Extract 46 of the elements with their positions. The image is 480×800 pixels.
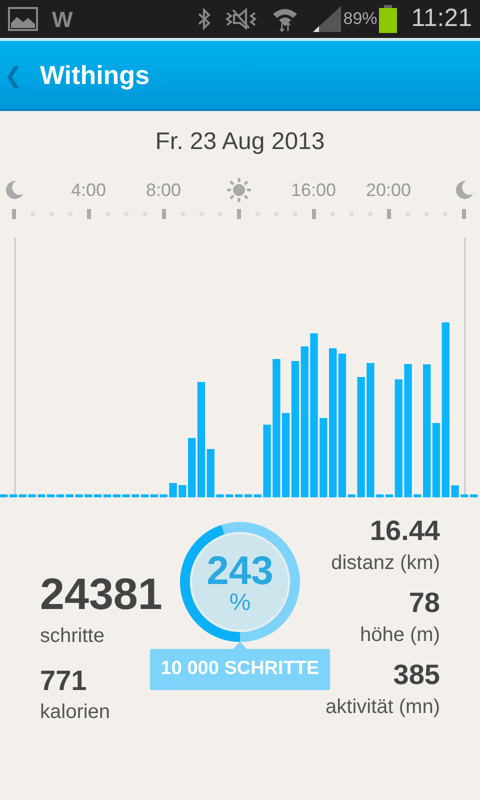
- activity-bar: [178, 485, 186, 498]
- stat-value: 16.44: [370, 514, 440, 548]
- goal-percent: 243: [206, 551, 274, 591]
- stat-label: höhe (m): [360, 623, 440, 648]
- activity-bar: [470, 494, 478, 498]
- clock: 11:21: [411, 3, 472, 34]
- wifi-icon: [271, 6, 300, 32]
- activity-bar: [226, 494, 234, 498]
- stat-value: 78: [408, 586, 440, 620]
- stat-value: 771: [40, 664, 87, 698]
- mute-icon: [225, 8, 258, 30]
- stat-value: 385: [393, 658, 440, 692]
- activity-bar: [460, 494, 468, 498]
- activity-bar: [84, 494, 92, 498]
- time-label: 20:00: [366, 178, 412, 202]
- activity-bar: [169, 483, 177, 498]
- stat-label: aktivität (mn): [326, 695, 440, 720]
- app-letter: W: [52, 6, 73, 34]
- battery-percent: 89%: [343, 8, 378, 30]
- time-label: 4:00: [70, 178, 106, 202]
- activity-bar: [28, 494, 36, 498]
- battery-icon: [379, 5, 398, 33]
- stat-label: distanz (km): [331, 551, 440, 576]
- back-button[interactable]: ❮: [0, 58, 40, 92]
- activity-bar: [122, 494, 130, 498]
- time-label: 16:00: [290, 178, 336, 202]
- stat-label: schritte: [40, 624, 104, 649]
- percent-sign: %: [229, 591, 251, 615]
- stat-label: kalorien: [40, 700, 110, 725]
- activity-bar: [414, 494, 422, 498]
- screen-title: Withings: [40, 58, 150, 92]
- moon-icon: [454, 180, 474, 200]
- signal-icon: [313, 6, 342, 32]
- image-icon: [8, 7, 38, 31]
- time-label: 8:00: [146, 178, 182, 202]
- activity-bar: [75, 494, 83, 498]
- date-label: Fr. 23 Aug 2013: [155, 127, 325, 157]
- activity-bar: [38, 494, 46, 498]
- goal-badge: 10 000 SCHRITTE: [150, 649, 330, 690]
- activity-bar: [451, 485, 459, 498]
- activity-bar: [216, 494, 224, 498]
- sun-icon: [226, 177, 252, 203]
- moon-icon: [4, 180, 24, 200]
- bluetooth-icon: [197, 8, 212, 30]
- stat-value: 24381: [40, 569, 162, 621]
- activity-bar: [132, 494, 140, 498]
